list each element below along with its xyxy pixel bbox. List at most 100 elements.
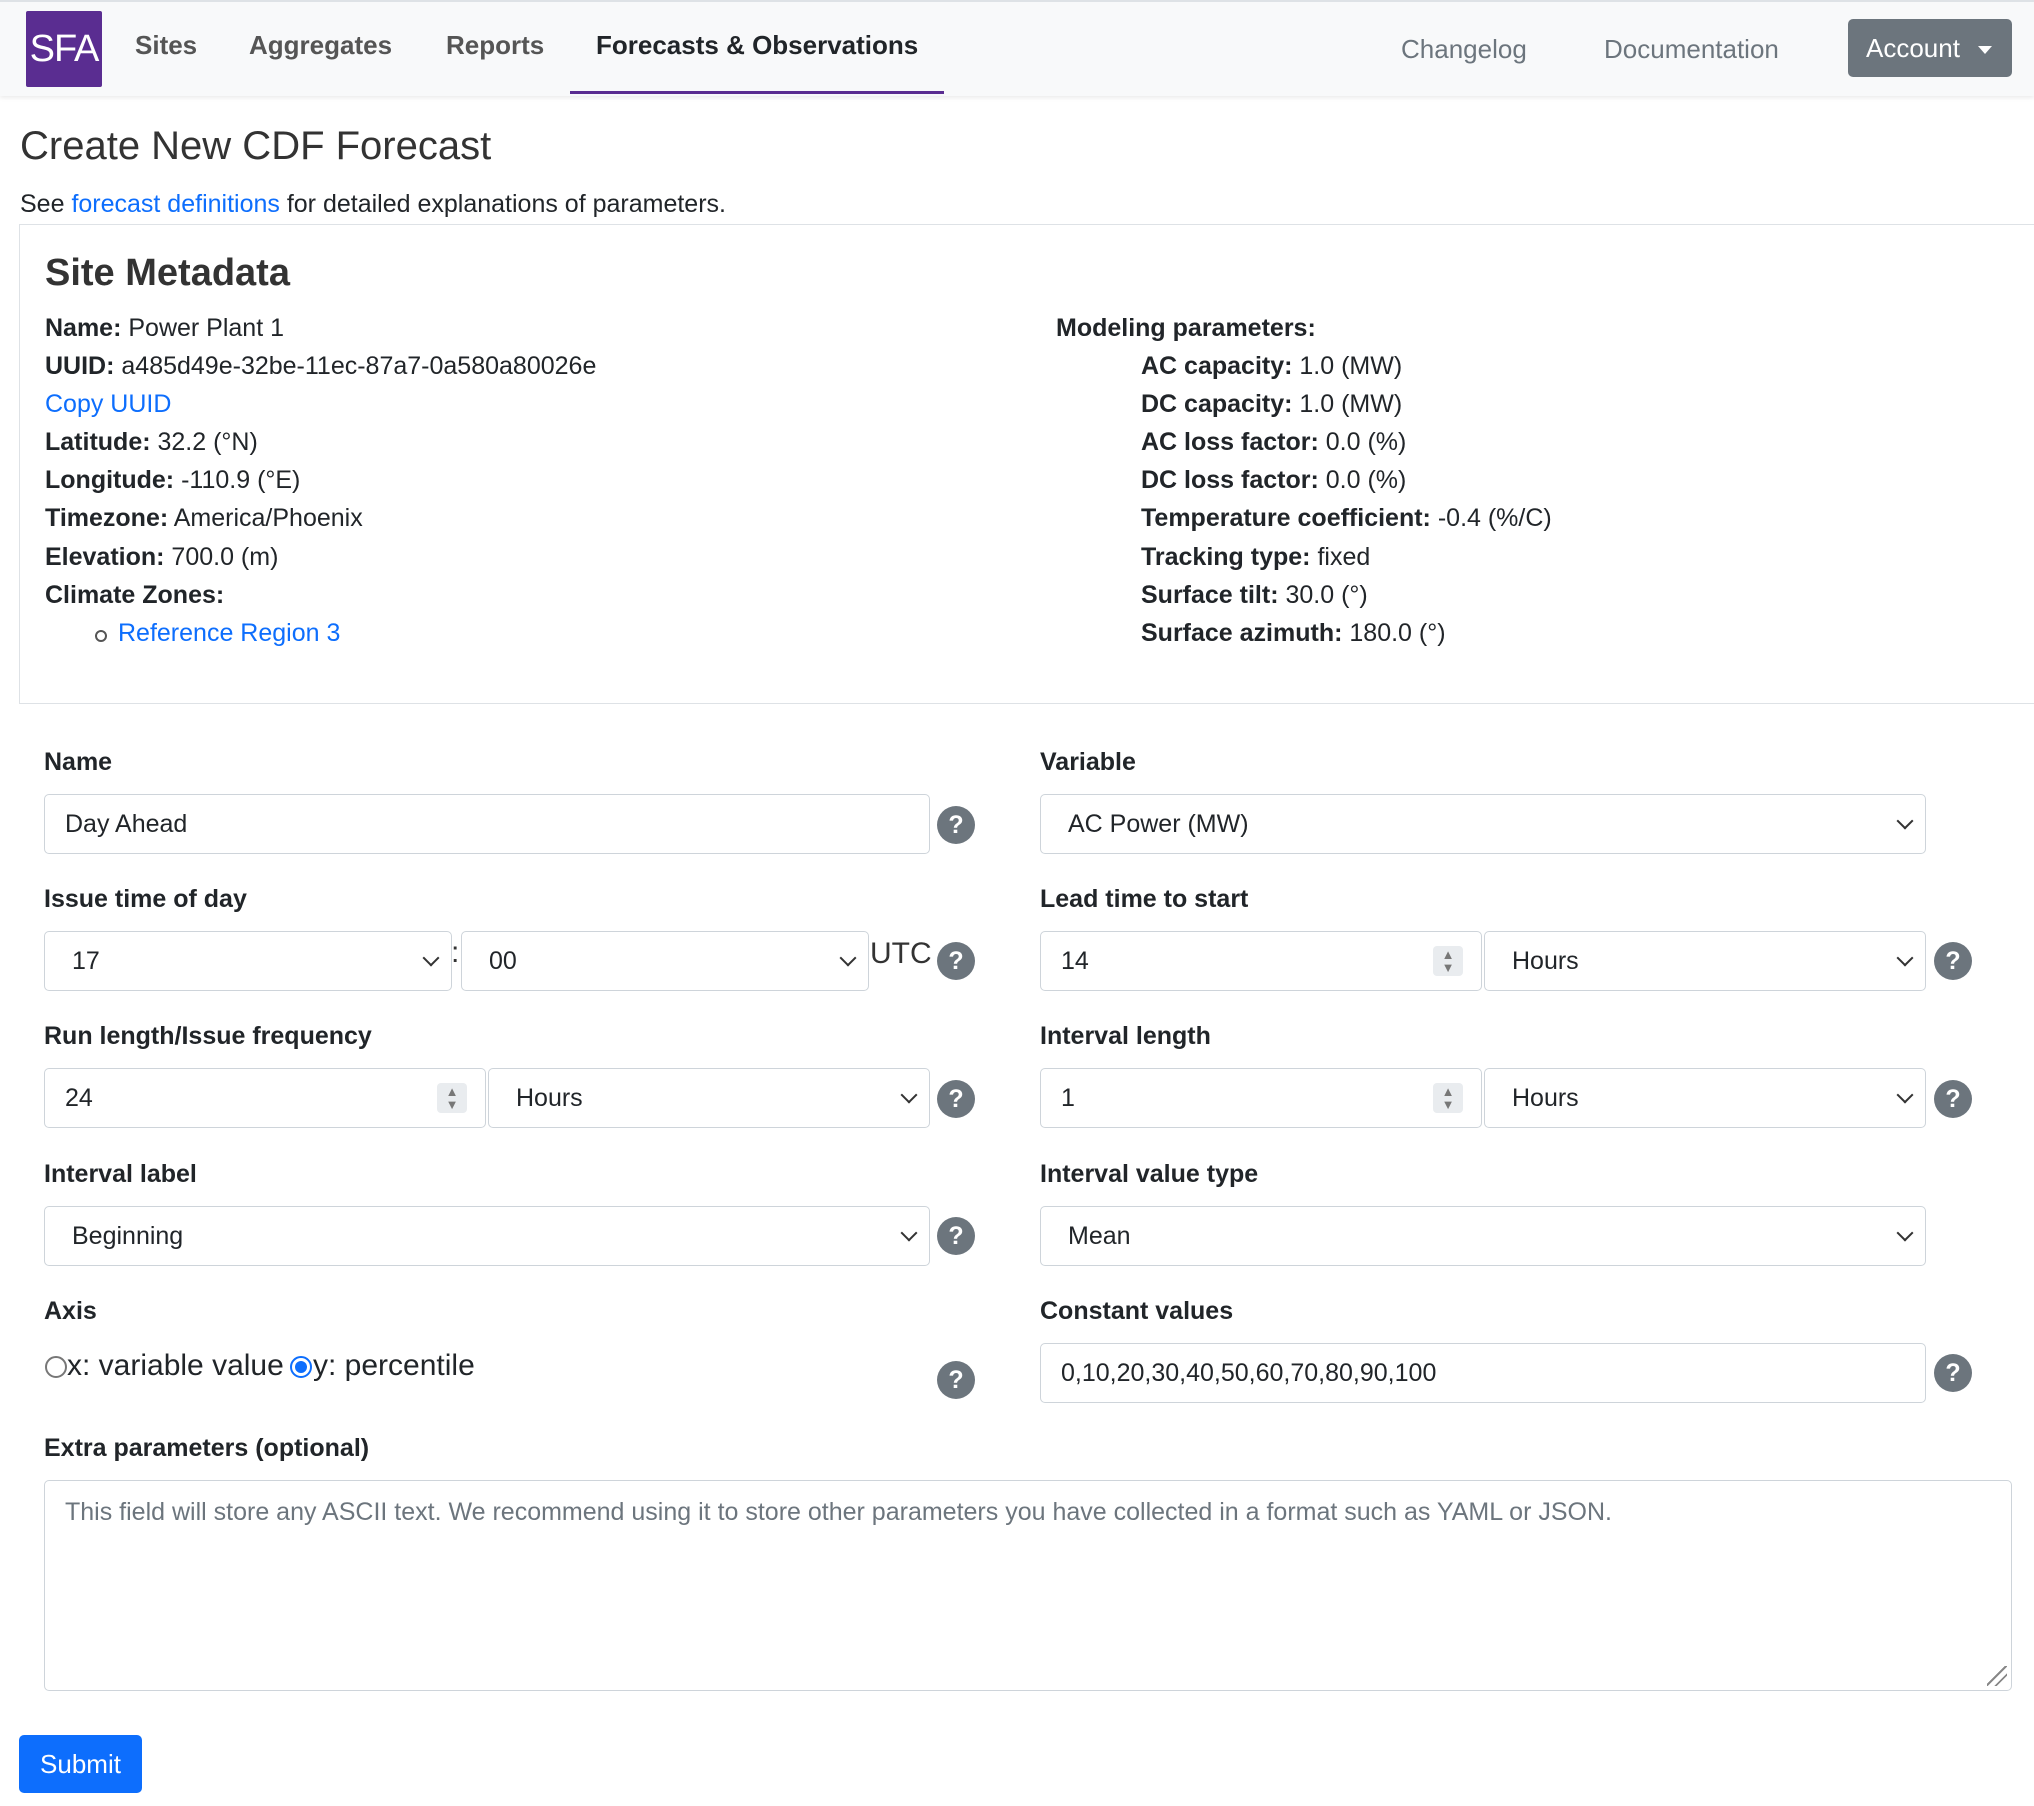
constant-values-input[interactable]: 0,10,20,30,40,50,60,70,80,90,100 [1040,1343,1926,1403]
modeling-temperature-coefficient: Temperature coefficient: -0.4 (%/C) [1141,504,1552,532]
issue-hour-select[interactable]: 17 [44,931,452,991]
lead-time-unit-value: Hours [1512,947,1579,975]
interval-length-unit-select[interactable]: Hours [1484,1068,1926,1128]
issue-time-help-icon[interactable]: ? [937,942,975,980]
number-spinner-icon[interactable]: ▲ ▼ [1433,946,1463,976]
nav-changelog[interactable]: Changelog [1401,34,1527,65]
name-input[interactable]: Day Ahead [44,794,930,854]
lead-time-label: Lead time to start [1040,885,1249,913]
run-length-unit-value: Hours [516,1084,583,1112]
interval-label-help-icon[interactable]: ? [937,1217,975,1255]
lead-time-help-icon[interactable]: ? [1934,942,1972,980]
extra-parameters-textarea[interactable]: This field will store any ASCII text. We… [44,1480,2012,1691]
page-title: Create New CDF Forecast [20,124,492,168]
interval-label-value: Beginning [72,1222,184,1250]
interval-value-type-select[interactable]: Mean [1040,1206,1926,1266]
meta-longitude: Longitude: -110.9 (°E) [45,466,301,494]
nav-sites[interactable]: Sites [135,30,197,61]
modeling-tracking-type: Tracking type: fixed [1141,543,1371,571]
axis-y-label[interactable]: y: percentile [313,1349,475,1383]
issue-minute-value: 00 [489,947,517,975]
account-dropdown-button[interactable]: Account [1848,19,2012,77]
modeling-surface-tilt: Surface tilt: 30.0 (°) [1141,581,1368,609]
name-label: Name [44,748,113,776]
extra-parameters-placeholder: This field will store any ASCII text. We… [65,1498,1612,1526]
utc-label: UTC [870,937,932,970]
run-length-unit-select[interactable]: Hours [488,1068,930,1128]
interval-value-type-value: Mean [1068,1222,1131,1250]
meta-climate-zones: Climate Zones: [45,581,225,609]
number-spinner-icon[interactable]: ▲ ▼ [1433,1083,1463,1113]
nav-forecasts-observations[interactable]: Forecasts & Observations [596,30,918,61]
caret-down-icon [1978,46,1992,54]
interval-label-label: Interval label [44,1160,197,1188]
variable-label: Variable [1040,748,1136,776]
axis-y-radio[interactable] [290,1356,312,1378]
list-bullet-icon [95,630,107,642]
interval-length-help-icon[interactable]: ? [1934,1080,1972,1118]
interval-length-input[interactable]: 1 ▲ ▼ [1040,1068,1482,1128]
axis-help-icon[interactable]: ? [937,1361,975,1399]
chevron-down-icon [1896,949,1914,967]
chevron-down-icon [1896,1086,1914,1104]
sfa-logo[interactable]: SFA [26,11,102,87]
constant-values-help-icon[interactable]: ? [1934,1354,1972,1392]
chevron-down-icon [900,1224,918,1242]
account-label: Account [1866,33,1960,63]
modeling-ac-capacity: AC capacity: 1.0 (MW) [1141,352,1403,380]
run-length-help-icon[interactable]: ? [937,1080,975,1118]
page-subtitle: See forecast definitions for detailed ex… [20,190,726,219]
forecast-definitions-link[interactable]: forecast definitions [71,190,279,218]
interval-length-unit-value: Hours [1512,1084,1579,1112]
interval-length-value: 1 [1061,1084,1075,1112]
chevron-down-icon [1896,1224,1914,1242]
number-spinner-icon[interactable]: ▲ ▼ [437,1083,467,1113]
run-length-value: 24 [65,1084,93,1112]
interval-length-label: Interval length [1040,1022,1211,1050]
interval-label-select[interactable]: Beginning [44,1206,930,1266]
issue-hour-value: 17 [72,947,100,975]
nav-aggregates[interactable]: Aggregates [249,30,392,61]
meta-name: Name: Power Plant 1 [45,314,285,342]
site-metadata-title: Site Metadata [45,252,290,294]
run-length-input[interactable]: 24 ▲ ▼ [44,1068,486,1128]
top-navbar: SFA Sites Aggregates Reports Forecasts &… [0,0,2034,96]
submit-button[interactable]: Submit [19,1735,142,1793]
meta-uuid: UUID: a485d49e-32be-11ec-87a7-0a580a8002… [45,352,597,380]
variable-selected-value: AC Power (MW) [1068,810,1249,838]
modeling-ac-loss-factor: AC loss factor: 0.0 (%) [1141,428,1407,456]
modeling-parameters-title: Modeling parameters: [1056,314,1316,342]
run-length-label: Run length/Issue frequency [44,1022,372,1050]
interval-value-type-label: Interval value type [1040,1160,1259,1188]
nav-reports[interactable]: Reports [446,30,544,61]
axis-x-radio[interactable] [45,1356,67,1378]
lead-time-input[interactable]: 14 ▲ ▼ [1040,931,1482,991]
issue-time-label: Issue time of day [44,885,247,913]
constant-values-label: Constant values [1040,1297,1234,1325]
active-tab-indicator [570,91,944,94]
axis-label: Axis [44,1297,97,1325]
lead-time-value: 14 [1061,947,1089,975]
resize-grip-icon[interactable] [1987,1666,2007,1686]
nav-documentation[interactable]: Documentation [1604,34,1779,65]
chevron-down-icon [422,949,440,967]
modeling-dc-capacity: DC capacity: 1.0 (MW) [1141,390,1403,418]
name-help-icon[interactable]: ? [937,806,975,844]
time-separator: : [451,936,460,969]
variable-select[interactable]: AC Power (MW) [1040,794,1926,854]
subtitle-suffix: for detailed explanations of parameters. [279,190,726,218]
extra-parameters-label: Extra parameters (optional) [44,1434,370,1462]
chevron-down-icon [900,1086,918,1104]
subtitle-prefix: See [20,190,72,218]
modeling-surface-azimuth: Surface azimuth: 180.0 (°) [1141,619,1446,647]
chevron-down-icon [839,949,857,967]
meta-timezone: Timezone: America/Phoenix [45,504,363,532]
lead-time-unit-select[interactable]: Hours [1484,931,1926,991]
climate-zone-link[interactable]: Reference Region 3 [118,619,340,648]
copy-uuid-link[interactable]: Copy UUID [45,390,171,419]
issue-minute-select[interactable]: 00 [461,931,869,991]
modeling-dc-loss-factor: DC loss factor: 0.0 (%) [1141,466,1407,494]
chevron-down-icon [1896,812,1914,830]
meta-latitude: Latitude: 32.2 (°N) [45,428,258,456]
axis-x-label[interactable]: x: variable value [67,1349,284,1383]
